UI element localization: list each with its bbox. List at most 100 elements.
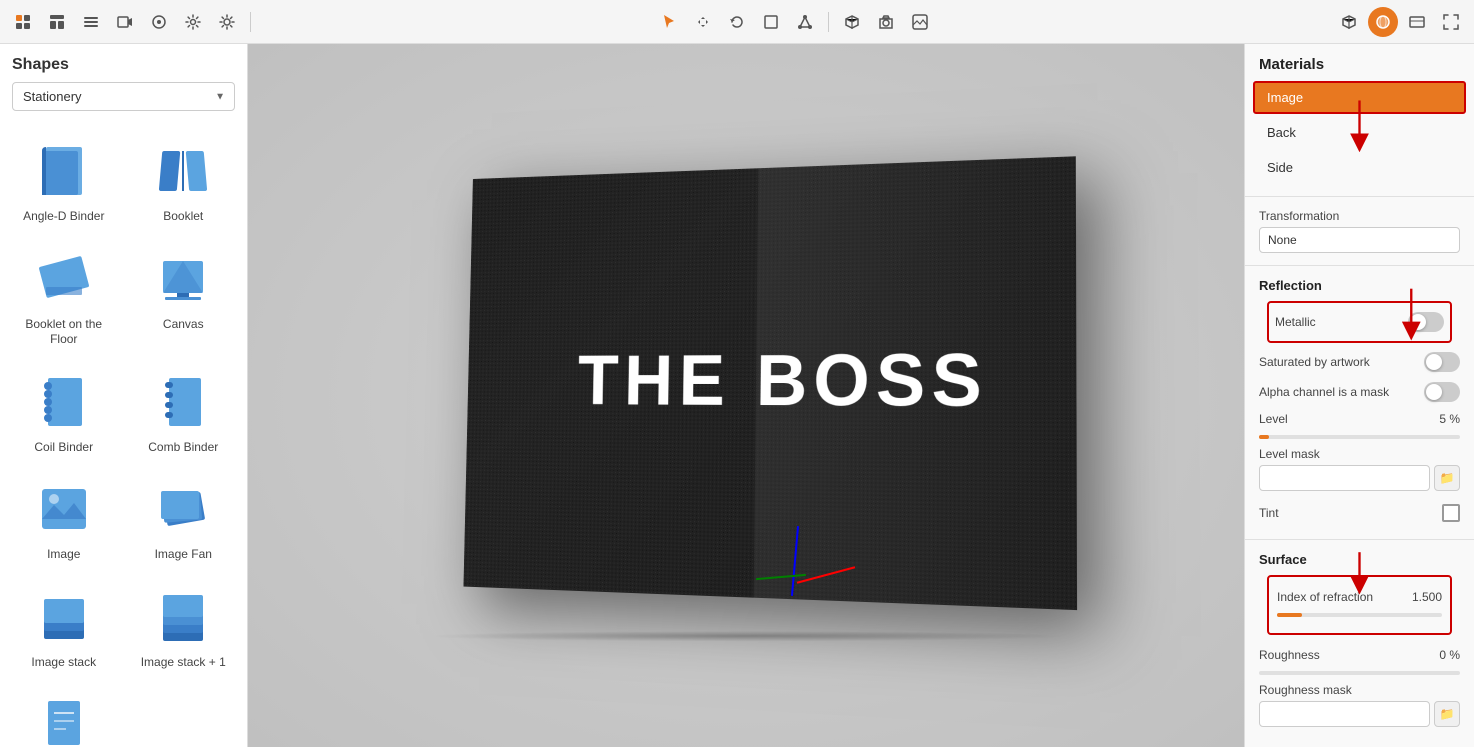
separator-2: [828, 12, 829, 32]
shape-image-fan[interactable]: Image Fan: [124, 465, 244, 573]
metallic-toggle[interactable]: [1408, 312, 1444, 332]
shape-comb-binder[interactable]: Comb Binder: [124, 358, 244, 466]
shape-single-page[interactable]: Single Page: [4, 681, 124, 747]
menu-icon[interactable]: [76, 7, 106, 37]
layout-icon[interactable]: [42, 7, 72, 37]
roughness-mask-label: Roughness mask: [1259, 683, 1460, 697]
comb-binder-label: Comb Binder: [148, 440, 218, 456]
frame-icon[interactable]: [756, 7, 786, 37]
transformation-section: Transformation None: [1245, 201, 1474, 261]
image-fan-label: Image Fan: [155, 547, 212, 563]
canvas-background: THE BOSS: [248, 44, 1244, 747]
material-tabs: Image Back Side: [1245, 81, 1474, 184]
angle-d-binder-icon: [32, 139, 96, 203]
booklet-icon: [151, 139, 215, 203]
metallic-label: Metallic: [1275, 315, 1316, 329]
level-slider[interactable]: [1259, 435, 1460, 439]
category-select[interactable]: Stationery Basic Business: [12, 82, 235, 111]
image-stack-icon: [32, 585, 96, 649]
shape-booklet[interactable]: Booklet: [124, 127, 244, 235]
tab-back[interactable]: Back: [1253, 116, 1466, 149]
comb-binder-icon: [151, 370, 215, 434]
level-mask-select[interactable]: [1259, 465, 1430, 491]
roughness-track: [1259, 671, 1460, 675]
shape-image-stack-1[interactable]: Image stack + 1: [124, 573, 244, 681]
card-text: THE BOSS: [577, 338, 988, 423]
camera2-icon[interactable]: [871, 7, 901, 37]
image-shape-icon: [32, 477, 96, 541]
roughness-mask-folder[interactable]: 📁: [1434, 701, 1460, 727]
panel-title: Materials: [1245, 44, 1474, 81]
right-panel: Materials Image Back Side Transformation…: [1244, 44, 1474, 747]
roughness-label: Roughness: [1259, 648, 1320, 662]
object3d-icon[interactable]: [837, 7, 867, 37]
toolbar-right: [1334, 7, 1466, 37]
expand-icon[interactable]: [1436, 7, 1466, 37]
transformation-label: Transformation: [1259, 209, 1460, 223]
booklet-floor-label: Booklet on the Floor: [12, 317, 116, 348]
cube2-icon[interactable]: [1334, 7, 1364, 37]
move-icon[interactable]: [688, 7, 718, 37]
top-toolbar: [0, 0, 1474, 44]
crop-icon[interactable]: [144, 7, 174, 37]
shape-image-stack[interactable]: Image stack: [4, 573, 124, 681]
cursor-icon[interactable]: [654, 7, 684, 37]
tab-side[interactable]: Side: [1253, 151, 1466, 184]
roughness-slider[interactable]: [1259, 671, 1460, 675]
category-dropdown[interactable]: Stationery Basic Business: [12, 82, 235, 111]
coil-binder-label: Coil Binder: [34, 440, 93, 456]
level-track: [1259, 435, 1460, 439]
transformation-select[interactable]: None: [1259, 227, 1460, 253]
video-icon[interactable]: [110, 7, 140, 37]
alpha-toggle[interactable]: [1424, 382, 1460, 402]
ior-highlighted: Index of refraction 1.500: [1267, 575, 1452, 635]
sun-icon[interactable]: [212, 7, 242, 37]
tint-checkbox[interactable]: [1442, 504, 1460, 522]
ior-row: Index of refraction 1.500: [1277, 585, 1442, 609]
undo-icon[interactable]: [722, 7, 752, 37]
tab-image[interactable]: Image: [1253, 81, 1466, 114]
canvas-icon: [151, 247, 215, 311]
image-stack-label: Image stack: [31, 655, 96, 671]
panel2-icon[interactable]: [1402, 7, 1432, 37]
image-label: Image: [47, 547, 80, 563]
level-fill: [1259, 435, 1269, 439]
shape-coil-binder[interactable]: Coil Binder: [4, 358, 124, 466]
shape-canvas[interactable]: Canvas: [124, 235, 244, 358]
shape-angle-d-binder[interactable]: Angle-D Binder: [4, 127, 124, 235]
shape-booklet-floor[interactable]: Booklet on the Floor: [4, 235, 124, 358]
mockup-card: THE BOSS: [463, 156, 1077, 610]
reflection-title: Reflection: [1259, 278, 1460, 293]
roughness-mask-row: 📁: [1259, 701, 1460, 727]
ior-slider[interactable]: [1277, 613, 1442, 617]
ground-shadow: [414, 630, 1079, 640]
saturated-toggle[interactable]: [1424, 352, 1460, 372]
roughness-value: 0 %: [1439, 648, 1460, 662]
ior-fill: [1277, 613, 1302, 617]
saturated-row: Saturated by artwork: [1259, 347, 1460, 377]
shape-image[interactable]: Image: [4, 465, 124, 573]
surface-section: Surface Index of refraction 1.500 Roughn…: [1245, 544, 1474, 739]
divider-1: [1245, 196, 1474, 197]
tint-label: Tint: [1259, 506, 1279, 520]
node-icon[interactable]: [790, 7, 820, 37]
ior-value: 1.500: [1412, 590, 1442, 604]
ball2-icon[interactable]: [1368, 7, 1398, 37]
booklet-label: Booklet: [163, 209, 203, 225]
level-mask-folder[interactable]: 📁: [1434, 465, 1460, 491]
surface-title: Surface: [1259, 552, 1460, 567]
divider-2: [1245, 265, 1474, 266]
grid-icon[interactable]: [8, 7, 38, 37]
roughness-row: Roughness 0 %: [1259, 643, 1460, 667]
single-page-icon: [32, 693, 96, 747]
3d-scene: THE BOSS: [396, 106, 1096, 686]
roughness-mask-select[interactable]: [1259, 701, 1430, 727]
image-stack-1-label: Image stack + 1: [141, 655, 226, 671]
level-mask-label: Level mask: [1259, 447, 1460, 461]
sidebar-title: Shapes: [0, 44, 247, 82]
settings-icon[interactable]: [178, 7, 208, 37]
alpha-row: Alpha channel is a mask: [1259, 377, 1460, 407]
scene-icon[interactable]: [905, 7, 935, 37]
left-sidebar: Shapes Stationery Basic Business Angle-D…: [0, 44, 248, 747]
canvas-label: Canvas: [163, 317, 204, 333]
